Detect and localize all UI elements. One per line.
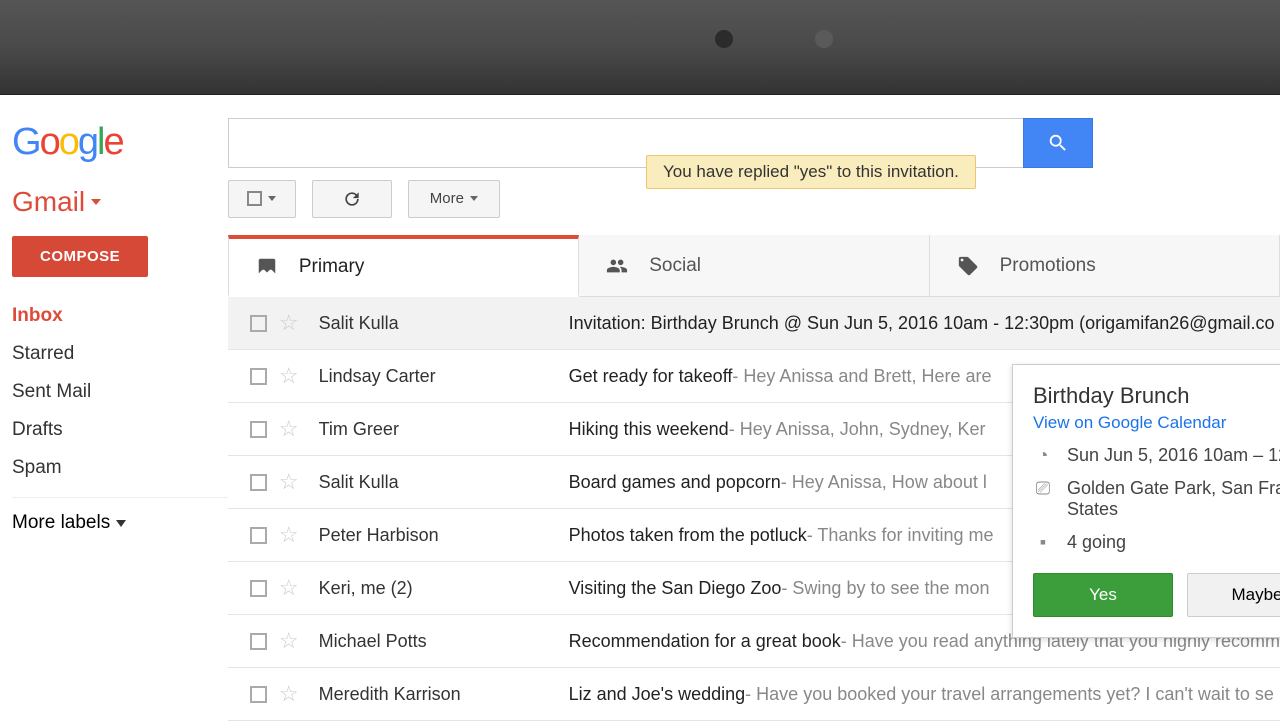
- row-checkbox[interactable]: [250, 421, 267, 438]
- row-checkbox[interactable]: [250, 368, 267, 385]
- star-icon[interactable]: ☆: [279, 469, 299, 495]
- select-all-dropdown[interactable]: [228, 180, 296, 218]
- mail-sender: Meredith Karrison: [319, 684, 569, 705]
- sidebar-item-spam[interactable]: Spam: [12, 449, 228, 487]
- tab-label: Promotions: [1000, 255, 1096, 277]
- row-checkbox[interactable]: [250, 633, 267, 650]
- tab-promotions[interactable]: Promotions: [930, 235, 1280, 296]
- star-icon[interactable]: ☆: [279, 416, 299, 442]
- mail-subject: Hiking this weekend: [569, 419, 729, 440]
- row-checkbox[interactable]: [250, 580, 267, 597]
- mail-subject: Liz and Joe's wedding: [569, 684, 746, 705]
- location-icon: ⎚: [1033, 478, 1053, 499]
- caret-down-icon: [91, 199, 101, 205]
- mail-subject: Invitation: Birthday Brunch @ Sun Jun 5,…: [569, 313, 1275, 334]
- checkbox-icon: [247, 191, 262, 206]
- refresh-icon: [342, 189, 362, 209]
- tab-social[interactable]: Social: [579, 235, 929, 296]
- sidebar-item-starred[interactable]: Starred: [12, 335, 228, 373]
- row-checkbox[interactable]: [250, 315, 267, 332]
- sidebar-item-drafts[interactable]: Drafts: [12, 411, 228, 449]
- mail-preview: - Swing by to see the mon: [781, 578, 989, 599]
- category-tabs: Primary Social Promotions: [228, 235, 1280, 297]
- mail-preview: - Hey Anissa, How about l: [781, 472, 987, 493]
- row-checkbox[interactable]: [250, 527, 267, 544]
- more-label: More: [430, 190, 464, 207]
- sidebar: Gmail COMPOSE Inbox Starred Sent Mail Dr…: [0, 180, 228, 721]
- rsvp-yes-button[interactable]: Yes: [1033, 573, 1173, 617]
- gmail-dropdown[interactable]: Gmail: [12, 180, 228, 236]
- mail-subject: Photos taken from the potluck: [569, 525, 807, 546]
- camera-dot: [815, 30, 833, 48]
- mail-sender: Salit Kulla: [319, 313, 569, 334]
- compose-button[interactable]: COMPOSE: [12, 236, 148, 277]
- row-checkbox[interactable]: [250, 686, 267, 703]
- device-bezel: [0, 0, 1280, 95]
- caret-down-icon: [116, 520, 126, 527]
- star-icon[interactable]: ☆: [279, 522, 299, 548]
- event-attendance: 4 going: [1067, 532, 1126, 553]
- caret-down-icon: [268, 196, 276, 201]
- mail-subject: Board games and popcorn: [569, 472, 781, 493]
- mail-preview: - Hey Anissa and Brett, Here are: [732, 366, 991, 387]
- mail-sender: Michael Potts: [319, 631, 569, 652]
- mail-sender: Lindsay Carter: [319, 366, 569, 387]
- more-dropdown[interactable]: More: [408, 180, 500, 218]
- camera-dot: [715, 30, 733, 48]
- more-labels-dropdown[interactable]: More labels: [12, 497, 228, 548]
- mail-preview: - Hey Anissa, John, Sydney, Ker: [729, 419, 986, 440]
- sidebar-item-inbox[interactable]: Inbox: [12, 297, 228, 335]
- mail-subject: Visiting the San Diego Zoo: [569, 578, 782, 599]
- app-header: Google: [0, 95, 1280, 180]
- event-preview-card: Birthday Brunch View on Google Calendar …: [1012, 364, 1280, 638]
- more-labels-text: More labels: [12, 512, 110, 534]
- gmail-label-text: Gmail: [12, 186, 85, 218]
- mail-preview: - Have you booked your travel arrangemen…: [745, 684, 1274, 705]
- mail-sender: Keri, me (2): [319, 578, 569, 599]
- search-button[interactable]: [1023, 118, 1093, 168]
- star-icon[interactable]: ☆: [279, 628, 299, 654]
- star-icon[interactable]: ☆: [279, 681, 299, 707]
- mail-row[interactable]: ☆Meredith KarrisonLiz and Joe's wedding …: [228, 668, 1280, 721]
- mail-sender: Tim Greer: [319, 419, 569, 440]
- people-icon: [603, 255, 631, 277]
- search-icon: [1047, 132, 1069, 154]
- mail-subject: Recommendation for a great book: [569, 631, 841, 652]
- refresh-button[interactable]: [312, 180, 392, 218]
- tab-label: Primary: [299, 256, 364, 278]
- mail-sender: Peter Harbison: [319, 525, 569, 546]
- mail-row[interactable]: ☆ Salit KullaInvitation: Birthday Brunch …: [228, 297, 1280, 350]
- event-time: Sun Jun 5, 2016 10am – 12: [1067, 445, 1280, 466]
- clock-icon: ◔: [1033, 445, 1053, 466]
- star-icon[interactable]: ☆: [279, 310, 299, 336]
- rsvp-maybe-button[interactable]: Maybe: [1187, 573, 1280, 617]
- row-checkbox[interactable]: [250, 474, 267, 491]
- inbox-icon: [253, 256, 281, 278]
- person-icon: ▪: [1033, 532, 1053, 553]
- star-icon[interactable]: ☆: [279, 363, 299, 389]
- rsvp-toast: You have replied "yes" to this invitatio…: [646, 155, 976, 189]
- mail-sender: Salit Kulla: [319, 472, 569, 493]
- mail-preview: - Thanks for inviting me: [807, 525, 994, 546]
- event-location: Golden Gate Park, San Fra States: [1067, 478, 1280, 520]
- tab-primary[interactable]: Primary: [228, 235, 579, 297]
- tag-icon: [954, 255, 982, 277]
- star-icon[interactable]: ☆: [279, 575, 299, 601]
- tab-label: Social: [649, 255, 701, 277]
- google-logo: Google: [10, 121, 133, 164]
- view-calendar-link[interactable]: View on Google Calendar: [1033, 413, 1226, 432]
- sidebar-item-sent[interactable]: Sent Mail: [12, 373, 228, 411]
- caret-down-icon: [470, 196, 478, 201]
- event-title: Birthday Brunch: [1033, 383, 1280, 409]
- mail-subject: Get ready for takeoff: [569, 366, 733, 387]
